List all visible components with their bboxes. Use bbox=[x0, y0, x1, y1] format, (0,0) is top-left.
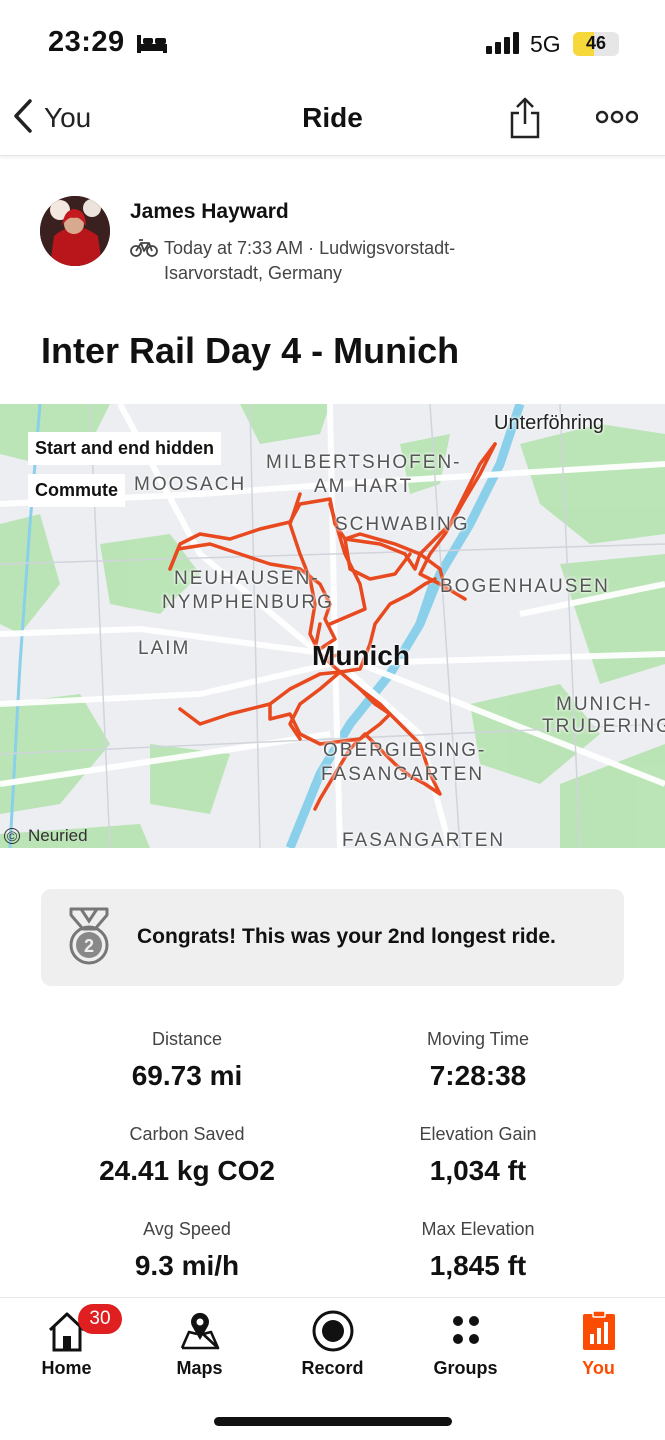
map-label-munich-trudering-2: TRUDERING bbox=[542, 716, 665, 737]
map-attribution-text: Neuried bbox=[28, 826, 88, 845]
stat-distance: Distance 69.73 mi bbox=[37, 1029, 337, 1092]
tab-label: Record bbox=[301, 1358, 364, 1378]
battery-level: 46 bbox=[585, 33, 607, 53]
map-label-neuhausen: NEUHAUSEN- bbox=[174, 568, 320, 589]
start-end-hidden-chip: Start and end hidden bbox=[28, 432, 222, 465]
stat-label: Elevation Gain bbox=[419, 1124, 537, 1144]
achievement-message: Congrats! This was your 2nd longest ride… bbox=[137, 925, 556, 948]
map-label-moosach: MOOSACH bbox=[134, 474, 247, 495]
tab-label: You bbox=[582, 1358, 615, 1378]
home-notification-badge: 30 bbox=[78, 1304, 122, 1334]
battery-icon: 46 bbox=[573, 32, 619, 56]
stat-max-elevation: Max Elevation 1,845 ft bbox=[328, 1219, 628, 1282]
achievement-banner[interactable]: 2 Congrats! This was your 2nd longest ri… bbox=[41, 889, 624, 986]
map-label-milbertshofen: MILBERTSHOFEN- bbox=[266, 452, 462, 473]
tab-groups[interactable]: Groups bbox=[399, 1298, 532, 1393]
medal-icon: 2 bbox=[65, 907, 113, 972]
stat-avg-speed: Avg Speed 9.3 mi/h bbox=[37, 1219, 337, 1282]
home-indicator bbox=[214, 1417, 452, 1426]
stat-label: Moving Time bbox=[426, 1029, 530, 1049]
stat-label: Distance bbox=[151, 1029, 223, 1049]
stat-value: 9.3 mi/h bbox=[134, 1250, 240, 1281]
map-label-nymphenburg: NYMPHENBURG bbox=[162, 592, 334, 613]
map-label-munich-trudering-1: MUNICH- bbox=[556, 694, 653, 715]
tab-home[interactable]: 30 Home bbox=[0, 1298, 133, 1393]
more-icon[interactable] bbox=[595, 108, 639, 131]
copyright-icon: © bbox=[4, 828, 20, 844]
map-label-schwabing: SCHWABING bbox=[335, 514, 470, 535]
stat-elevation-gain: Elevation Gain 1,034 ft bbox=[328, 1124, 628, 1187]
tab-record[interactable]: Record bbox=[266, 1298, 399, 1393]
bed-icon bbox=[136, 32, 168, 61]
stat-label: Max Elevation bbox=[421, 1219, 535, 1239]
tab-maps[interactable]: Maps bbox=[133, 1298, 266, 1393]
signal-icon bbox=[486, 32, 522, 59]
stat-carbon-saved: Carbon Saved 24.41 kg CO2 bbox=[37, 1124, 337, 1187]
stat-value: 1,845 ft bbox=[429, 1250, 527, 1281]
bike-icon bbox=[130, 238, 158, 265]
avatar[interactable] bbox=[40, 196, 110, 266]
map-label-bogenhausen: BOGENHAUSEN bbox=[440, 576, 610, 597]
record-icon bbox=[266, 1308, 399, 1354]
tab-label: Groups bbox=[433, 1358, 498, 1378]
commute-chip: Commute bbox=[28, 474, 126, 507]
share-icon[interactable] bbox=[508, 96, 542, 145]
page-title: Ride bbox=[302, 102, 363, 133]
map-attribution[interactable]: © Neuried bbox=[4, 826, 88, 846]
map-label-munich: Munich bbox=[312, 640, 410, 671]
network-type: 5G bbox=[530, 31, 561, 57]
map-label-unterfohring: Unterföhring bbox=[494, 412, 605, 434]
map-label-obergiesing: OBERGIESING- bbox=[323, 740, 487, 761]
stat-label: Avg Speed bbox=[143, 1219, 231, 1239]
status-time: 23:29 bbox=[48, 26, 125, 58]
map-label-fasangarten-1: FASANGARTEN bbox=[321, 764, 485, 785]
nav-bar: You Ride bbox=[0, 80, 665, 156]
activity-meta: Today at 7:33 AM · Ludwigsvorstadt-Isarv… bbox=[130, 236, 500, 286]
stat-value: 24.41 kg CO2 bbox=[99, 1155, 275, 1186]
map-pin-icon bbox=[133, 1308, 266, 1354]
you-icon bbox=[532, 1308, 665, 1354]
activity-title[interactable]: Inter Rail Day 4 - Munich bbox=[41, 330, 459, 372]
map-label-laim: LAIM bbox=[138, 638, 191, 659]
stat-label: Carbon Saved bbox=[129, 1124, 245, 1144]
stat-value: 1,034 ft bbox=[429, 1155, 527, 1186]
groups-icon bbox=[399, 1308, 532, 1354]
tab-you[interactable]: You bbox=[532, 1298, 665, 1393]
stat-moving-time: Moving Time 7:28:38 bbox=[328, 1029, 628, 1092]
athlete-name[interactable]: James Hayward bbox=[130, 200, 289, 224]
map-label-am-hart: AM HART bbox=[314, 476, 414, 497]
tab-label: Maps bbox=[176, 1358, 223, 1378]
medal-rank: 2 bbox=[84, 936, 94, 956]
activity-meta-text: Today at 7:33 AM · Ludwigsvorstadt-Isarv… bbox=[164, 238, 456, 283]
map-label-fasangarten-2: FASANGARTEN bbox=[342, 830, 506, 848]
stat-value: 69.73 mi bbox=[131, 1060, 243, 1091]
route-map[interactable]: Start and end hidden Commute Unterföhrin… bbox=[0, 404, 665, 848]
tab-label: Home bbox=[41, 1358, 92, 1378]
status-bar: 23:29 5G 46 bbox=[0, 0, 665, 80]
stat-value: 7:28:38 bbox=[429, 1060, 527, 1091]
